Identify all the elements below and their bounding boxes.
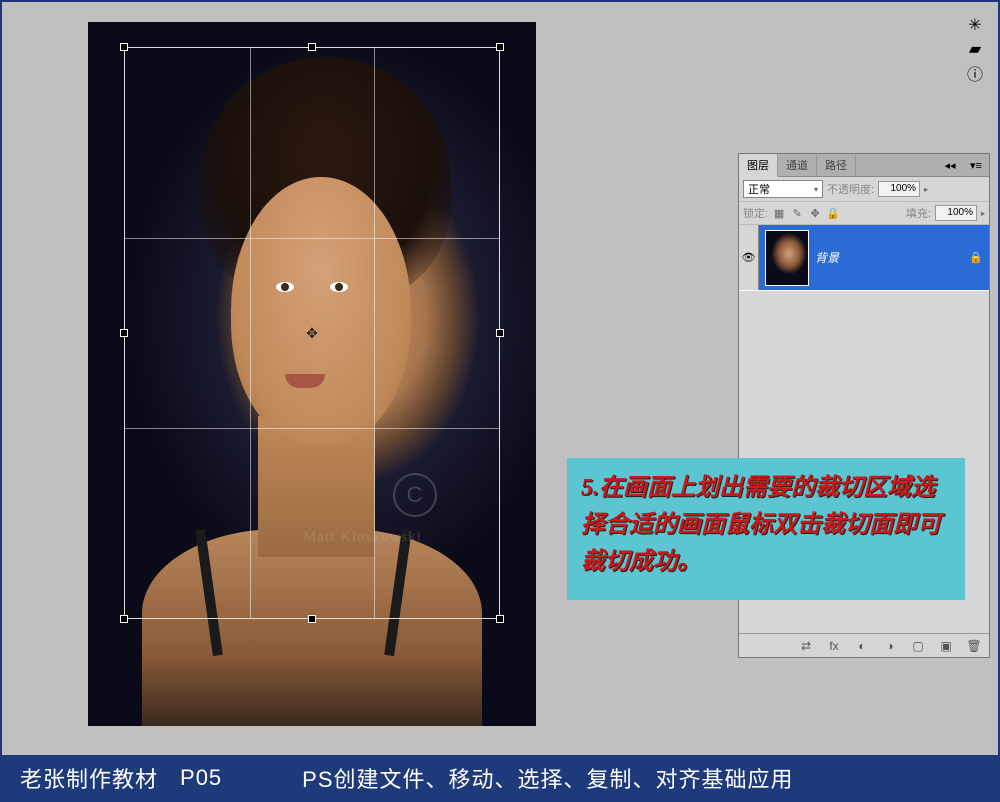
portrait-image: C Matt Kloskowski: [88, 22, 536, 726]
info-icon[interactable]: ⓘ: [962, 62, 988, 84]
lock-indicator-icon: 🔒: [969, 251, 983, 265]
link-layers-icon[interactable]: ⇄: [797, 638, 815, 654]
blend-mode-select[interactable]: 正常 ▾: [743, 180, 823, 198]
footer-title: PS创建文件、移动、选择、复制、对齐基础应用: [302, 762, 980, 794]
lock-all-icon[interactable]: 🔒: [826, 206, 840, 220]
delete-layer-icon[interactable]: 🗑: [965, 638, 983, 654]
lock-position-icon[interactable]: ✥: [808, 206, 822, 220]
opacity-input[interactable]: 100%: [878, 181, 920, 197]
layer-item-background[interactable]: 👁 背景 🔒: [739, 225, 989, 291]
panel-tabs: 图层 通道 路径 ◂◂ ▾≡: [739, 154, 989, 177]
layer-style-icon[interactable]: fx: [825, 638, 843, 654]
lock-icons-group: ▦ ✎ ✥ 🔒: [772, 206, 840, 220]
footer-author: 老张制作教材: [20, 762, 158, 794]
opacity-label: 不透明度:: [827, 181, 874, 197]
lock-label: 锁定:: [743, 205, 768, 221]
watermark-copyright-icon: C: [393, 473, 437, 517]
lock-paint-icon[interactable]: ✎: [790, 206, 804, 220]
panel-menu-icon[interactable]: ▾≡: [963, 154, 989, 176]
chevron-right-icon: ▸: [924, 185, 928, 194]
chevron-right-icon: ▸: [981, 209, 985, 218]
fill-label: 填充:: [906, 205, 931, 221]
blend-mode-value: 正常: [748, 181, 770, 197]
layer-group-icon[interactable]: ▢: [909, 638, 927, 654]
new-layer-icon[interactable]: ▣: [937, 638, 955, 654]
tutorial-annotation: 5.在画面上划出需要的裁切区域选择合适的画面鼠标双击裁切面即可裁切成功。: [567, 458, 965, 600]
document-canvas[interactable]: C Matt Kloskowski ✥: [88, 22, 536, 726]
visibility-toggle-icon[interactable]: 👁: [739, 225, 759, 290]
watermark-text: Matt Kloskowski: [303, 529, 422, 546]
layer-mask-icon[interactable]: ◐: [853, 638, 871, 654]
annotation-text: 5.在画面上划出需要的裁切区域选择合适的画面鼠标双击裁切面即可裁切成功。: [581, 475, 941, 575]
layer-name-label: 背景: [815, 249, 963, 266]
adjustment-layer-icon[interactable]: ◑: [881, 638, 899, 654]
lock-transparent-icon[interactable]: ▦: [772, 206, 786, 220]
gradient-icon[interactable]: ▰: [962, 38, 988, 60]
chevron-down-icon: ▾: [814, 185, 818, 194]
fill-input[interactable]: 100%: [935, 205, 977, 221]
tab-paths[interactable]: 路径: [817, 154, 856, 176]
footer-page: P05: [180, 765, 222, 791]
footer-bar: 老张制作教材 P05 PS创建文件、移动、选择、复制、对齐基础应用: [2, 755, 998, 800]
layers-panel-toolbar: ⇄ fx ◐ ◑ ▢ ▣ 🗑: [739, 633, 989, 657]
blend-opacity-row: 正常 ▾ 不透明度: 100% ▸: [739, 177, 989, 202]
tab-channels[interactable]: 通道: [778, 154, 817, 176]
settings-icon[interactable]: ✳: [962, 14, 988, 36]
tab-layers[interactable]: 图层: [739, 154, 778, 177]
panel-collapse-icon[interactable]: ◂◂: [937, 154, 963, 176]
lock-fill-row: 锁定: ▦ ✎ ✥ 🔒 填充: 100% ▸: [739, 202, 989, 225]
layer-thumbnail[interactable]: [765, 230, 809, 286]
tool-sidebar: ✳ ▰ ⓘ: [960, 12, 990, 86]
